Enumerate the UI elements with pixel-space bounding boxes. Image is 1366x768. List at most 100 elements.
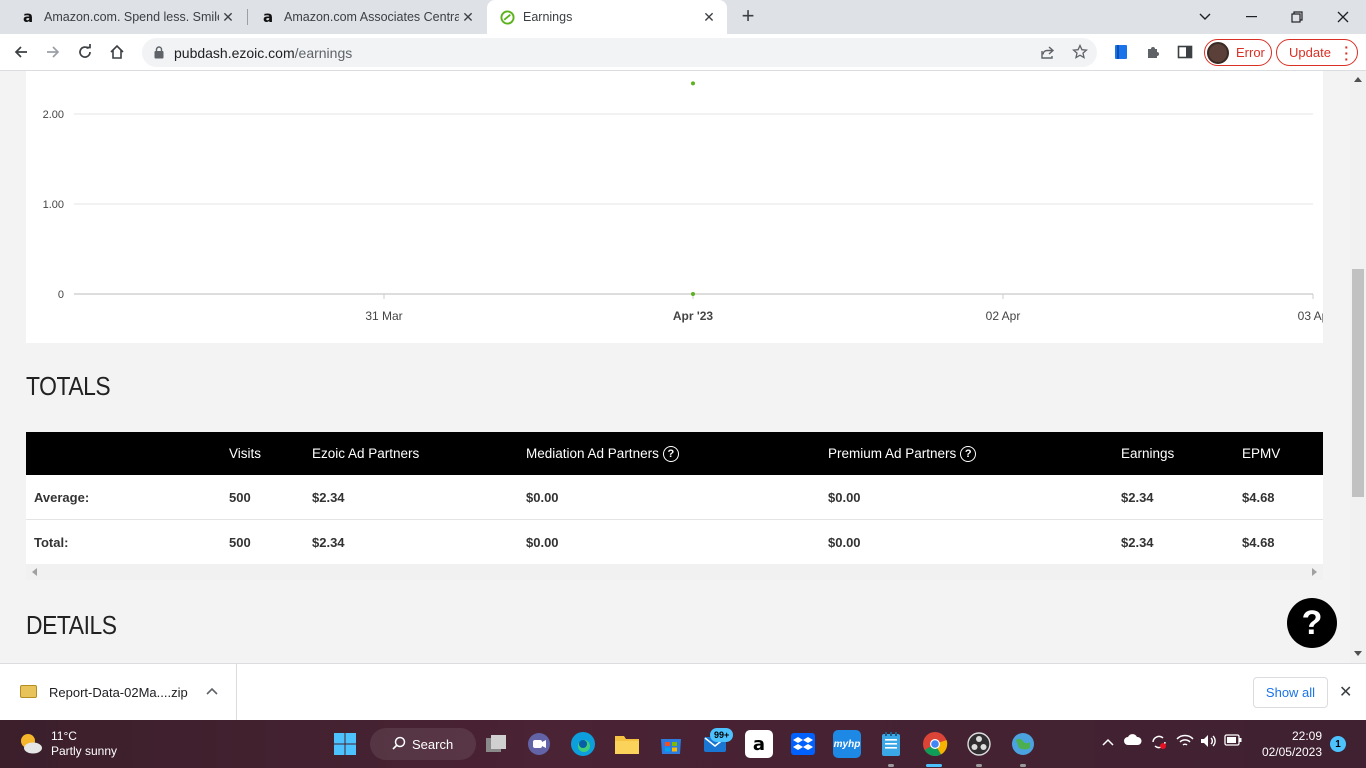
page-content: 0 1.00 2.00 31 Mar Apr '23 02 Apr 03 Ap TOTALS… — [0, 71, 1350, 663]
chevron-up-icon[interactable] — [1102, 734, 1114, 749]
cell-mediation: $0.00 — [526, 534, 559, 550]
running-indicator — [1020, 764, 1026, 767]
header-mediation-ad-partners[interactable]: Mediation Ad Partners ? — [526, 432, 679, 475]
tab-earnings[interactable]: Earnings ✕ — [487, 0, 727, 34]
header-earnings[interactable]: Earnings — [1121, 432, 1174, 475]
obs-studio-icon[interactable] — [965, 730, 993, 758]
myhp-icon[interactable]: myhp — [833, 730, 861, 758]
tab-title: Amazon.com Associates Central - — [284, 10, 459, 24]
extension-book-icon[interactable] — [1108, 39, 1134, 65]
wifi-icon[interactable] — [1176, 734, 1194, 751]
details-title: DETAILS — [26, 610, 117, 640]
earnings-chart-card: 0 1.00 2.00 31 Mar Apr '23 02 Apr 03 Ap — [26, 71, 1323, 343]
sync-error-icon[interactable] — [1150, 734, 1168, 753]
tab-amazon[interactable]: a Amazon.com. Spend less. Smile m ✕ — [0, 0, 246, 34]
file-explorer-icon[interactable] — [613, 730, 641, 758]
teams-chat-icon[interactable] — [525, 730, 553, 758]
mail-badge: 99+ — [710, 728, 734, 742]
cell-premium: $0.00 — [828, 489, 861, 505]
chevron-up-icon[interactable] — [206, 684, 218, 698]
page-scrollbar[interactable] — [1350, 71, 1366, 663]
lock-icon[interactable] — [154, 46, 164, 64]
tab-amazon-associates[interactable]: a Amazon.com Associates Central - ✕ — [248, 0, 486, 34]
url-host: pubdash.ezoic.com — [174, 45, 295, 61]
y-tick-label: 1.00 — [43, 199, 64, 211]
help-circle-icon[interactable]: ? — [960, 445, 977, 462]
download-item[interactable]: Report-Data-02Ma....zip — [0, 664, 237, 720]
show-all-button[interactable]: Show all — [1253, 677, 1328, 708]
edge-browser-icon[interactable] — [569, 730, 597, 758]
address-bar[interactable]: pubdash.ezoic.com/earnings — [142, 38, 1097, 67]
amazon-favicon-icon: a — [262, 8, 274, 26]
menu-dots-icon: · · · — [1344, 39, 1349, 67]
onedrive-cloud-icon[interactable] — [1124, 734, 1142, 749]
app-globe-icon[interactable] — [1009, 730, 1037, 758]
header-visits[interactable]: Visits — [229, 432, 261, 475]
header-epmv[interactable]: EPMV — [1242, 432, 1280, 475]
close-tab-icon[interactable]: ✕ — [220, 9, 236, 25]
bookmark-star-icon[interactable] — [1072, 43, 1088, 65]
x-tick-label: 03 Ap — [1298, 309, 1323, 323]
scroll-right-arrow-icon[interactable] — [1312, 568, 1317, 576]
header-premium-ad-partners[interactable]: Premium Ad Partners ? — [828, 432, 977, 475]
scrollbar-thumb[interactable] — [1352, 269, 1364, 497]
side-panel-icon[interactable] — [1172, 39, 1198, 65]
clock-time: 22:09 — [1291, 729, 1322, 743]
battery-icon[interactable] — [1224, 734, 1242, 749]
help-circle-icon[interactable]: ? — [662, 445, 679, 462]
dropbox-icon[interactable] — [789, 730, 817, 758]
data-point — [691, 81, 695, 86]
chrome-icon[interactable] — [921, 730, 949, 758]
notification-count[interactable]: 1 — [1330, 736, 1346, 752]
start-windows-icon[interactable] — [331, 730, 359, 758]
download-filename: Report-Data-02Ma....zip — [49, 685, 188, 700]
header-premium-label: Premium Ad Partners — [828, 446, 957, 461]
forward-icon[interactable] — [40, 39, 66, 65]
table-row-average: Average: 500 $2.34 $0.00 $0.00 $2.34 $4.… — [26, 475, 1323, 520]
restore-icon[interactable] — [1274, 0, 1320, 34]
share-icon[interactable] — [1040, 44, 1056, 65]
scroll-down-arrow-icon[interactable] — [1354, 651, 1362, 656]
scroll-up-arrow-icon[interactable] — [1354, 77, 1362, 82]
tab-search-chevron-icon[interactable] — [1182, 0, 1228, 34]
row-label: Total: — [34, 534, 69, 550]
y-tick-label: 2.00 — [43, 109, 64, 121]
windows-taskbar: 11°C Partly sunny Search 99+ a myhp 22:0… — [0, 720, 1366, 768]
home-icon[interactable] — [104, 39, 130, 65]
table-horizontal-scrollbar[interactable] — [26, 564, 1323, 580]
close-icon[interactable]: ✕ — [1339, 682, 1352, 702]
new-tab-icon[interactable]: + — [736, 5, 760, 29]
header-ezoic-ad-partners[interactable]: Ezoic Ad Partners — [312, 432, 419, 475]
back-icon[interactable] — [8, 39, 34, 65]
url-path: /earnings — [294, 45, 353, 61]
update-button[interactable]: Update · · · — [1276, 39, 1358, 66]
scroll-left-arrow-icon[interactable] — [32, 568, 37, 576]
avatar — [1207, 41, 1229, 64]
extensions-puzzle-icon[interactable] — [1140, 39, 1166, 65]
search-label: Search — [412, 736, 454, 752]
close-window-icon[interactable] — [1320, 0, 1366, 34]
help-button[interactable]: ? — [1287, 598, 1337, 648]
totals-title: TOTALS — [26, 371, 111, 401]
microsoft-store-icon[interactable] — [657, 730, 685, 758]
running-indicator — [976, 764, 982, 767]
download-bar: Report-Data-02Ma....zip Show all ✕ — [0, 663, 1366, 720]
taskbar-search[interactable]: Search — [370, 728, 476, 760]
weather-widget[interactable]: 11°C Partly sunny — [16, 729, 117, 759]
close-tab-icon[interactable]: ✕ — [460, 9, 476, 25]
task-view-icon[interactable] — [482, 730, 510, 758]
browser-toolbar: pubdash.ezoic.com/earnings Error Update … — [0, 34, 1366, 71]
volume-icon[interactable] — [1200, 734, 1218, 751]
profile-error-button[interactable]: Error — [1204, 39, 1272, 66]
reload-icon[interactable] — [72, 39, 98, 65]
minimize-icon[interactable] — [1228, 0, 1274, 34]
row-label: Average: — [34, 489, 90, 505]
amazon-app-icon[interactable]: a — [745, 730, 773, 758]
active-indicator — [926, 764, 942, 767]
x-tick-label: 31 Mar — [365, 309, 402, 323]
close-tab-icon[interactable]: ✕ — [701, 9, 717, 25]
weather-desc: Partly sunny — [51, 744, 118, 758]
notepad-icon[interactable] — [877, 730, 905, 758]
clock[interactable]: 22:09 02/05/2023 — [1262, 728, 1322, 760]
tab-strip: a Amazon.com. Spend less. Smile m ✕ a Am… — [0, 0, 1366, 34]
